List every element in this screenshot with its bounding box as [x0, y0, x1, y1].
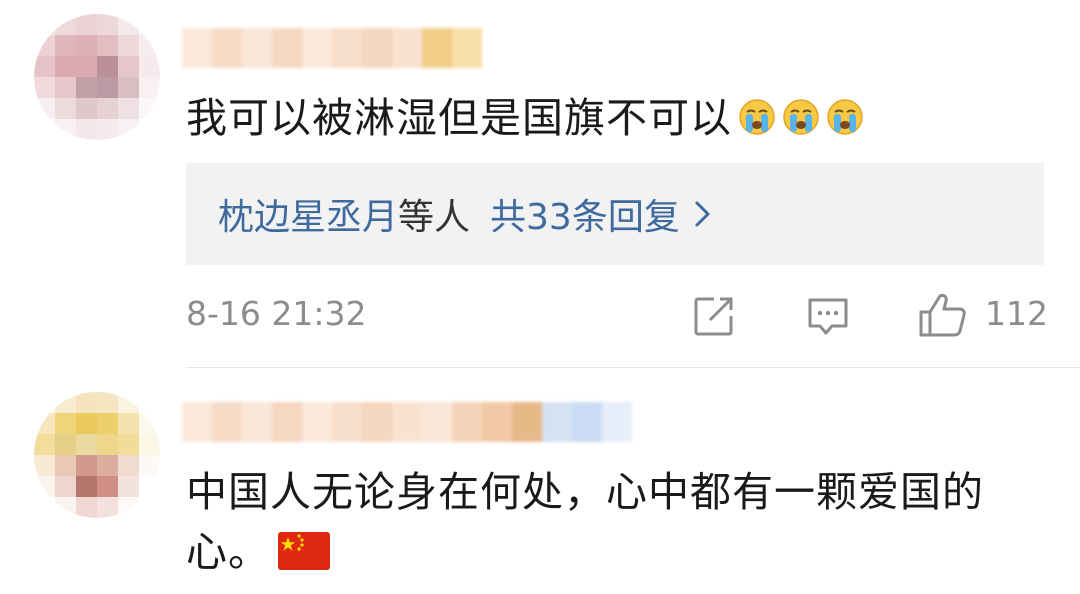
crying-face-icon	[782, 90, 820, 135]
comment-text: 我可以被淋湿但是国旗不可以	[186, 86, 864, 150]
reply-etc-label: 等人	[398, 197, 471, 238]
username[interactable]	[182, 402, 632, 442]
avatar[interactable]	[34, 14, 160, 140]
divider	[186, 367, 1080, 368]
comment-icon	[808, 298, 848, 335]
crying-face-icon	[738, 90, 776, 135]
crying-face-icon	[826, 90, 864, 135]
reply-button[interactable]	[806, 296, 850, 342]
comment-time: 8-16 21:32	[186, 294, 367, 333]
china-flag-icon	[278, 532, 330, 570]
comment-list: 我可以被淋湿但是国旗不可以 枕边星丞月 等人 共33条回复 8-16 21:32 1…	[0, 0, 1080, 594]
thumbs-up-icon	[919, 293, 966, 337]
like-button[interactable]	[918, 292, 968, 342]
avatar[interactable]	[34, 392, 160, 518]
username[interactable]	[182, 28, 482, 68]
comment-text-line-1: 中国人无论身在何处，心中都有一颗爱国的	[186, 468, 984, 516]
like-count: 112	[985, 294, 1048, 333]
reply-names-link[interactable]: 枕边星丞月	[218, 188, 398, 240]
comment-text-line-2: 心。	[186, 520, 330, 584]
comment-body-end: 心。	[186, 528, 270, 576]
edit-share-icon	[694, 297, 733, 336]
reply-preview[interactable]: 枕边星丞月 等人 共33条回复	[186, 163, 1044, 265]
reply-total-link[interactable]: 共33条回复	[490, 188, 680, 240]
comment-body: 我可以被淋湿但是国旗不可以	[186, 94, 732, 142]
repost-button[interactable]	[692, 294, 736, 342]
chevron-right-icon	[694, 200, 712, 228]
